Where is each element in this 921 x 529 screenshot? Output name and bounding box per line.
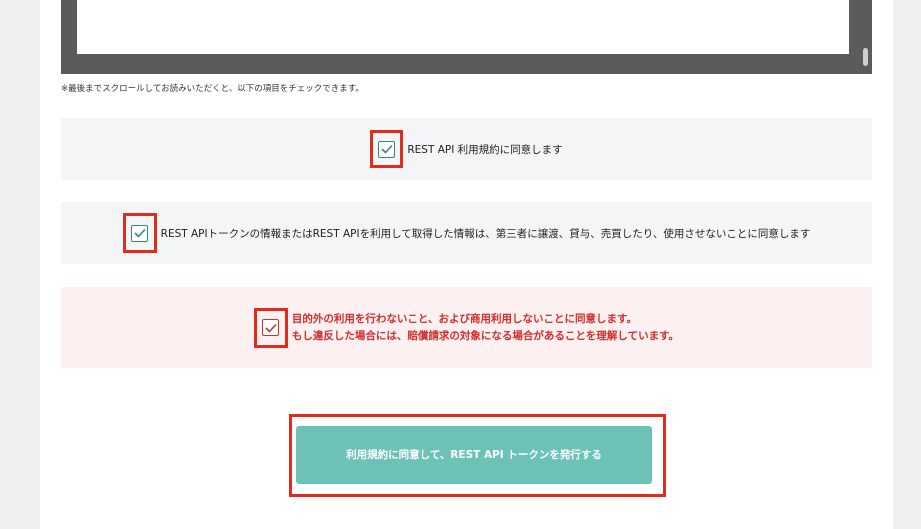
no-commercial-checkbox[interactable] bbox=[262, 319, 280, 336]
no-transfer-label: REST APIトークンの情報またはREST APIを利用して取得した情報は、第… bbox=[160, 227, 811, 240]
issue-token-button-label: 利用規約に同意して、REST API トークンを発行する bbox=[346, 449, 602, 461]
warning-line-2: もし違反した場合には、賠償請求の対象になる場合があることを理解しています。 bbox=[291, 329, 680, 342]
terms-text-area bbox=[77, 0, 849, 54]
check-icon bbox=[134, 228, 146, 238]
warning-line-1: 目的外の利用を行わないこと、および商用利用しないことに同意します。 bbox=[291, 312, 637, 325]
no-commercial-row: 目的外の利用を行わないこと、および商用利用しないことに同意します。 もし違反した… bbox=[61, 287, 872, 368]
no-transfer-checkbox[interactable] bbox=[131, 224, 149, 242]
issue-token-button[interactable]: 利用規約に同意して、REST API トークンを発行する bbox=[296, 426, 652, 484]
check-icon bbox=[381, 144, 393, 154]
checkbox-highlight bbox=[253, 307, 288, 348]
page-content: ※最後までスクロールしてお読みいただくと、以下の項目をチェックできます。 RES… bbox=[40, 0, 893, 529]
no-commercial-warning: 目的外の利用を行わないこと、および商用利用しないことに同意します。 もし違反した… bbox=[292, 311, 679, 345]
check-icon bbox=[265, 323, 277, 333]
terms-scroll-box[interactable] bbox=[61, 0, 872, 74]
no-transfer-row: REST APIトークンの情報またはREST APIを利用して取得した情報は、第… bbox=[61, 202, 872, 264]
scrollbar-thumb[interactable] bbox=[863, 48, 868, 66]
agree-terms-label: REST API 利用規約に同意します bbox=[407, 143, 563, 156]
agree-terms-row: REST API 利用規約に同意します bbox=[61, 118, 872, 180]
checkbox-highlight bbox=[122, 213, 157, 253]
checkbox-highlight bbox=[370, 130, 404, 168]
agree-terms-checkbox[interactable] bbox=[378, 140, 396, 158]
scroll-note: ※最後までスクロールしてお読みいただくと、以下の項目をチェックできます。 bbox=[61, 84, 364, 94]
